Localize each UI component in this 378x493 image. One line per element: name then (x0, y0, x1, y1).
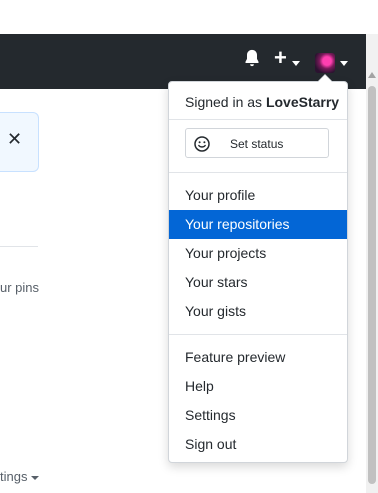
menu-item-your-repositories[interactable]: Your repositories (169, 210, 347, 239)
menu-item-settings[interactable]: Settings (169, 401, 347, 430)
menu-divider (169, 334, 347, 335)
settings-fragment-label: tings (0, 469, 28, 484)
close-icon[interactable]: ✕ (7, 129, 22, 150)
menu-item-your-projects[interactable]: Your projects (169, 239, 347, 268)
create-new-caret-icon[interactable] (292, 61, 300, 66)
chevron-down-icon (31, 475, 40, 480)
scroll-up-arrow-icon[interactable] (368, 72, 376, 78)
notice-box: ✕ (0, 112, 39, 172)
menu-item-feature-preview[interactable]: Feature preview (169, 343, 347, 372)
set-status-button[interactable]: Set status (185, 128, 329, 158)
settings-dropdown-fragment[interactable]: tings (0, 469, 40, 484)
menu-divider (169, 172, 347, 173)
scroll-thumb[interactable] (368, 86, 376, 484)
user-dropdown-menu: Signed in as LoveStarry Set status Your … (168, 74, 348, 463)
smiley-icon (194, 136, 210, 152)
signed-in-prefix: Signed in as (185, 94, 263, 110)
notifications-bell-icon[interactable] (242, 48, 262, 68)
menu-item-your-stars[interactable]: Your stars (169, 268, 347, 297)
create-new-plus-icon[interactable]: + (274, 47, 287, 69)
signed-in-username: LoveStarry (265, 94, 340, 110)
content-divider (0, 246, 38, 247)
menu-divider (169, 119, 347, 120)
avatar[interactable] (315, 53, 335, 73)
scrollbar[interactable] (366, 34, 378, 493)
menu-item-help[interactable]: Help (169, 372, 347, 401)
avatar-caret-icon[interactable] (340, 61, 348, 66)
menu-item-sign-out[interactable]: Sign out (169, 430, 347, 459)
customize-pins-link-fragment[interactable]: ur pins (0, 280, 39, 295)
set-status-label: Set status (230, 137, 284, 151)
menu-item-your-profile[interactable]: Your profile (169, 181, 347, 210)
signed-in-header: Signed in as LoveStarry (185, 94, 339, 110)
browser-top-strip (0, 0, 378, 34)
menu-item-your-gists[interactable]: Your gists (169, 297, 347, 326)
